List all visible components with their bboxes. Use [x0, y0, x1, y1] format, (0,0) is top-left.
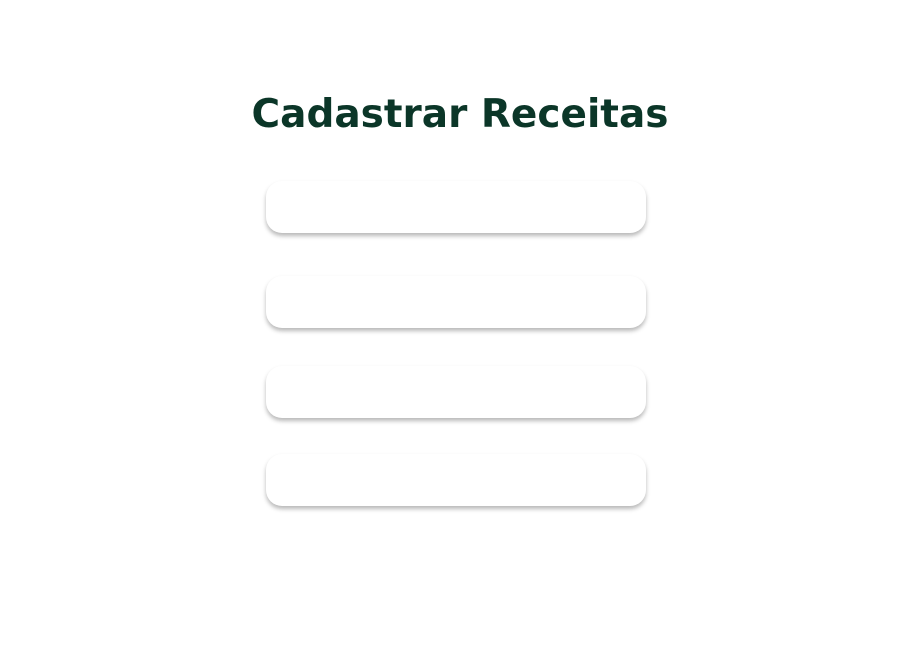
- recipe-field-3[interactable]: [266, 366, 646, 418]
- recipe-field-2[interactable]: [266, 276, 646, 328]
- recipe-field-1[interactable]: [266, 181, 646, 233]
- recipe-field-4[interactable]: [266, 454, 646, 506]
- page-title: Cadastrar Receitas: [251, 92, 669, 137]
